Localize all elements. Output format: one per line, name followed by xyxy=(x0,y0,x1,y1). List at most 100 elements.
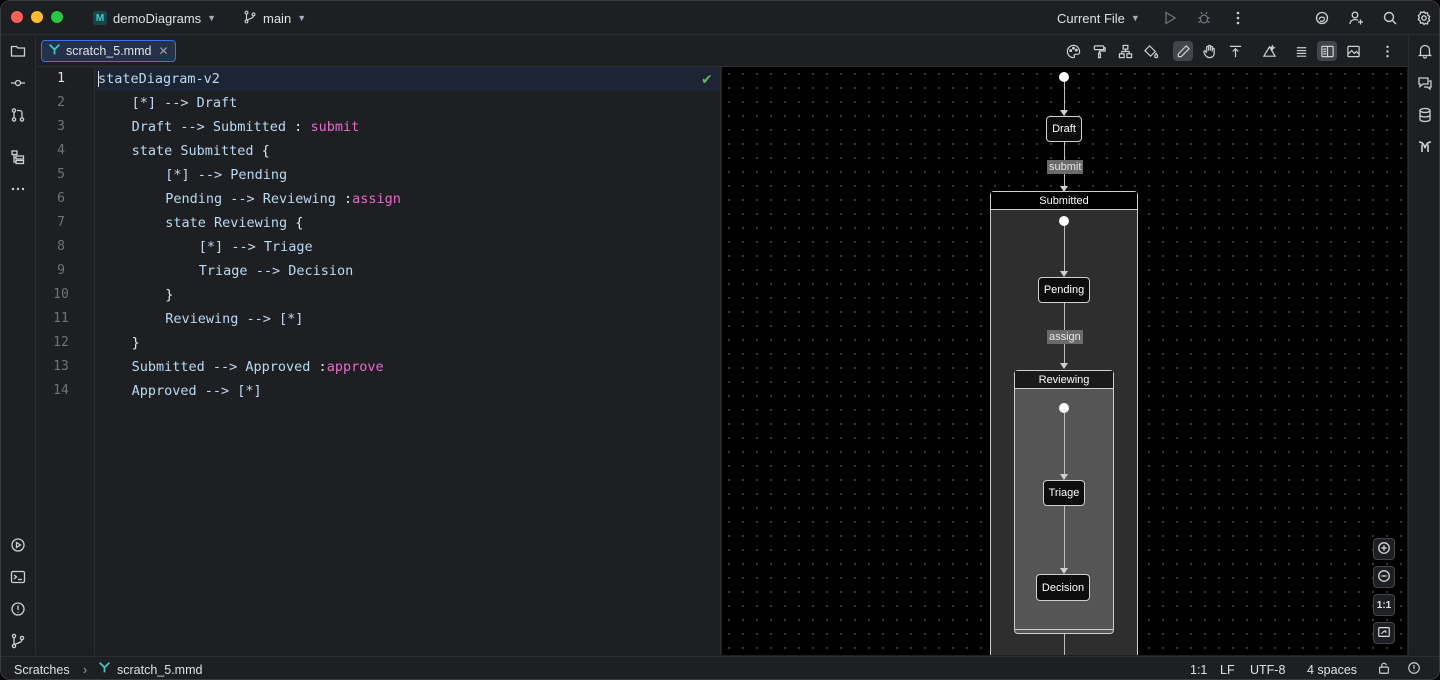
mermaid-file-icon xyxy=(98,661,111,677)
problems-icon[interactable] xyxy=(8,599,28,619)
state-draft[interactable]: Draft xyxy=(1046,116,1082,142)
line-number: 10 xyxy=(53,287,69,302)
edge-label-submit: submit xyxy=(1047,160,1084,174)
file-encoding[interactable]: UTF-8 xyxy=(1250,662,1285,678)
code-token: [*] xyxy=(198,239,232,255)
debug-icon[interactable] xyxy=(1194,8,1214,28)
export-icon[interactable] xyxy=(1225,41,1245,61)
code-token: { xyxy=(295,215,304,231)
code-token: submit xyxy=(310,119,360,135)
project-folder-icon[interactable] xyxy=(8,41,28,61)
notifications-bell-icon[interactable] xyxy=(1415,41,1435,61)
minimize-window-button[interactable] xyxy=(31,11,43,23)
editor-tab-bar: scratch_5.mmd ✕ xyxy=(37,35,1407,67)
terminal-icon[interactable] xyxy=(8,567,28,587)
edit-pencil-icon[interactable] xyxy=(1173,41,1193,61)
ai-chat-icon[interactable] xyxy=(1415,73,1435,93)
code-line: Reviewing --> [*] xyxy=(165,307,303,331)
mermaid-file-icon xyxy=(48,43,61,59)
inspection-status-icon[interactable] xyxy=(1407,661,1421,677)
services-icon[interactable] xyxy=(8,535,28,555)
branch-selector[interactable]: main ▼ xyxy=(243,9,306,27)
split-view-icon[interactable] xyxy=(1317,41,1337,61)
paint-roller-icon[interactable] xyxy=(1089,41,1109,61)
no-problems-check-icon[interactable]: ✔ xyxy=(701,71,713,88)
code-token: --> xyxy=(230,191,263,207)
close-window-button[interactable] xyxy=(11,11,23,23)
tab-more-actions-icon[interactable] xyxy=(1377,41,1397,61)
line-separator[interactable]: LF xyxy=(1220,662,1235,678)
ide-window: M demoDiagrams ▼ main ▼ Current File ▼ s… xyxy=(0,0,1440,680)
search-icon[interactable] xyxy=(1380,8,1400,28)
editor-only-icon[interactable] xyxy=(1291,41,1311,61)
code-token: Reviewing xyxy=(262,191,345,207)
ai-sparkle-icon[interactable] xyxy=(1259,41,1279,61)
run-icon[interactable] xyxy=(1160,8,1180,28)
actual-size-button[interactable]: 1:1 xyxy=(1373,594,1395,616)
close-tab-icon[interactable]: ✕ xyxy=(158,44,168,58)
right-tool-strip xyxy=(1408,35,1439,655)
settings-gear-icon[interactable] xyxy=(1414,8,1434,28)
zoom-out-button[interactable] xyxy=(1373,566,1395,588)
maximize-window-button[interactable] xyxy=(51,11,63,23)
code-token: Submitted xyxy=(212,119,295,135)
ai-assistant-icon[interactable] xyxy=(1312,8,1332,28)
project-name: demoDiagrams xyxy=(113,10,202,26)
git-icon[interactable] xyxy=(8,631,28,651)
zoom-in-icon xyxy=(1377,541,1391,558)
theme-palette-icon[interactable] xyxy=(1063,41,1083,61)
edge-label-assign: assign xyxy=(1047,330,1083,344)
edge-line xyxy=(1064,226,1065,276)
code-token: approve xyxy=(326,359,384,375)
code-token: Reviewing xyxy=(213,215,296,231)
code-token: --> xyxy=(212,359,246,375)
code-line: state Submitted { xyxy=(132,139,270,163)
preview-only-icon[interactable] xyxy=(1343,41,1363,61)
pan-hand-icon[interactable] xyxy=(1199,41,1219,61)
code-editor[interactable]: 1 2 3 4 5 6 7 8 9 10 11 12 13 14 stateDiagram-v2 [*] -… xyxy=(37,67,721,655)
project-selector[interactable]: M demoDiagrams ▼ xyxy=(93,9,216,27)
fill-bucket-icon[interactable] xyxy=(1141,41,1161,61)
state-pending[interactable]: Pending xyxy=(1038,277,1090,303)
code-token: stateDiagram-v2 xyxy=(98,71,220,87)
edge-line xyxy=(1064,506,1065,569)
read-only-lock-icon[interactable] xyxy=(1377,661,1391,677)
zoom-in-button[interactable] xyxy=(1373,538,1395,560)
state-decision-label: Decision xyxy=(1041,581,1085,594)
state-decision[interactable]: Decision xyxy=(1036,574,1090,601)
line-number: 7 xyxy=(57,215,65,230)
breadcrumb-file[interactable]: scratch_5.mmd xyxy=(117,662,202,678)
indent-setting[interactable]: 4 spaces xyxy=(1307,662,1357,678)
diagram-preview[interactable]: Draft submit Submitted Pending assign Re… xyxy=(722,67,1407,655)
add-user-icon[interactable] xyxy=(1346,8,1366,28)
editor-divider[interactable] xyxy=(720,67,721,655)
line-number: 11 xyxy=(53,311,69,326)
state-triage[interactable]: Triage xyxy=(1043,480,1085,506)
fit-to-screen-button[interactable] xyxy=(1373,622,1395,644)
tab-scratch-file[interactable]: scratch_5.mmd ✕ xyxy=(41,40,176,62)
commit-icon[interactable] xyxy=(8,73,28,93)
state-draft-label: Draft xyxy=(1052,123,1076,135)
actual-size-label: 1:1 xyxy=(1376,599,1392,611)
run-configuration-selector[interactable]: Current File ▼ xyxy=(1057,9,1140,27)
breadcrumb-root[interactable]: Scratches xyxy=(14,662,70,678)
code-line: [*] --> Draft xyxy=(132,91,238,115)
start-node-submitted xyxy=(1059,216,1069,226)
code-token: --> xyxy=(255,263,289,279)
line-number: 12 xyxy=(53,335,69,350)
line-number: 9 xyxy=(57,263,65,278)
database-icon[interactable] xyxy=(1415,105,1435,125)
code-token: assign xyxy=(352,191,401,207)
code-line: Submitted --> Approved :approve xyxy=(132,355,384,379)
structure-icon[interactable] xyxy=(8,147,28,167)
more-actions-icon[interactable] xyxy=(1228,8,1248,28)
more-tools-icon[interactable] xyxy=(8,179,28,199)
start-node-reviewing xyxy=(1059,403,1069,413)
hierarchy-icon[interactable] xyxy=(1115,41,1135,61)
mermaid-plugin-icon[interactable] xyxy=(1415,137,1435,157)
pull-requests-icon[interactable] xyxy=(8,105,28,125)
caret-position[interactable]: 1:1 xyxy=(1190,662,1207,678)
edge-line xyxy=(1064,413,1065,479)
code-line: Draft --> Submitted : submit xyxy=(132,115,360,139)
code-token: [*] xyxy=(278,311,304,327)
